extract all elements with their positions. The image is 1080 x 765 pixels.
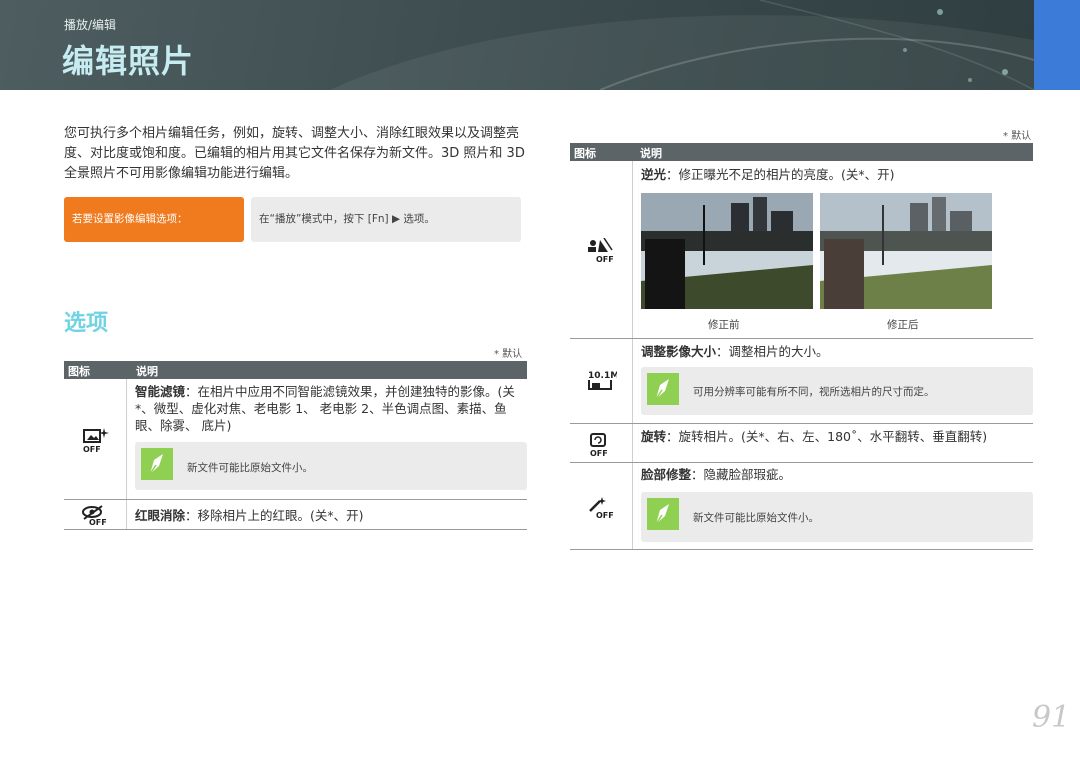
after-caption: 修正后	[887, 319, 919, 331]
default-note: * 默认	[1003, 131, 1032, 142]
smart-filter-text: ：在相片中应用不同智能滤镜效果，并创建独特的影像。(关*、微型、虚化对焦、老电影…	[135, 384, 515, 433]
svg-text:10.1M: 10.1M	[588, 371, 617, 381]
column-divider	[126, 379, 127, 529]
tip-box: 若要设置影像编辑选项： 在“播放”模式中，按下 [Fn] ▶ 选项。	[64, 197, 521, 242]
row-divider	[570, 549, 1033, 550]
row-divider	[64, 499, 527, 500]
note-text: 新文件可能比原始文件小。	[693, 512, 819, 524]
pen-icon	[647, 498, 679, 530]
intro-paragraph: 您可执行多个相片编辑任务，例如，旋转、调整大小、消除红眼效果以及调整亮度、对比度…	[64, 126, 525, 181]
before-caption: 修正前	[708, 319, 740, 331]
backlight-off-icon: OFF	[586, 237, 616, 264]
resize-text: ：调整相片的大小。	[716, 344, 829, 359]
backlight-text: ：修正曝光不足的相片的亮度。(关*、开)	[666, 167, 895, 182]
svg-text:OFF: OFF	[590, 449, 608, 457]
table-header: 图标 说明	[570, 143, 1033, 161]
resize-icon: 10.1M	[587, 369, 619, 391]
header-desc-col: 说明	[640, 147, 662, 160]
before-photo	[641, 193, 813, 309]
smart-filter-desc: 智能滤镜：在相片中应用不同智能滤镜效果，并创建独特的影像。(关*、微型、虚化对焦…	[135, 383, 520, 434]
svg-text:OFF: OFF	[83, 445, 101, 454]
resize-name: 调整影像大小	[641, 344, 717, 359]
table-header: 图标 说明	[64, 361, 527, 379]
smart-filter-name: 智能滤镜	[135, 384, 186, 399]
section-title: 选项	[64, 311, 109, 336]
breadcrumb: 播放/编辑	[64, 18, 117, 32]
tip-text: 在“播放”模式中，按下 [Fn] ▶ 选项。	[251, 197, 521, 242]
face-retouch-text: ：隐藏脸部瑕疵。	[691, 467, 792, 482]
header-icon-col: 图标	[68, 365, 90, 378]
rotate-name: 旋转	[641, 429, 667, 444]
face-retouch-note: 新文件可能比原始文件小。	[641, 492, 1033, 542]
note-text: 新文件可能比原始文件小。	[187, 462, 313, 474]
row-divider	[570, 338, 1033, 339]
backlight-desc: 逆光：修正曝光不足的相片的亮度。(关*、开)	[641, 166, 1026, 183]
svg-text:OFF: OFF	[596, 511, 614, 519]
tip-label: 若要设置影像编辑选项：	[64, 197, 244, 242]
face-retouch-off-icon: OFF	[588, 497, 618, 520]
backlight-name: 逆光	[641, 167, 667, 182]
header-desc-col: 说明	[136, 365, 158, 378]
red-eye-text: ：移除相片上的红眼。(关*、开)	[185, 508, 364, 523]
header-corner-tab	[1034, 0, 1080, 90]
column-divider	[632, 161, 633, 549]
face-retouch-name: 脸部修整	[641, 467, 692, 482]
red-eye-off-icon: OFF	[80, 505, 110, 527]
row-divider	[64, 529, 527, 530]
resize-note: 可用分辨率可能有所不同，视所选相片的尺寸而定。	[641, 367, 1033, 415]
smart-filter-note: 新文件可能比原始文件小。	[135, 442, 527, 490]
page-title: 编辑照片	[62, 42, 195, 80]
page-number: 91	[1032, 700, 1071, 735]
smart-filter-off-icon: OFF	[80, 428, 110, 454]
pen-icon	[141, 448, 173, 480]
red-eye-desc: 红眼消除：移除相片上的红眼。(关*、开)	[135, 507, 520, 524]
row-divider	[570, 462, 1033, 463]
svg-text:OFF: OFF	[596, 255, 614, 264]
after-photo	[820, 193, 992, 309]
row-divider	[570, 423, 1033, 424]
note-text: 可用分辨率可能有所不同，视所选相片的尺寸而定。	[693, 386, 935, 398]
red-eye-name: 红眼消除	[135, 508, 186, 523]
svg-text:OFF: OFF	[89, 518, 107, 527]
default-note: * 默认	[494, 349, 523, 360]
rotate-off-icon: OFF	[587, 433, 617, 458]
face-retouch-desc: 脸部修整：隐藏脸部瑕疵。	[641, 466, 1026, 483]
resize-desc: 调整影像大小：调整相片的大小。	[641, 343, 1026, 360]
rotate-desc: 旋转：旋转相片。(关*、右、左、180˚、水平翻转、垂直翻转)	[641, 428, 1026, 445]
rotate-text: ：旋转相片。(关*、右、左、180˚、水平翻转、垂直翻转)	[666, 429, 988, 444]
header-icon-col: 图标	[574, 147, 596, 160]
page-header: 播放/编辑 编辑照片	[0, 0, 1080, 90]
pen-icon	[647, 373, 679, 405]
